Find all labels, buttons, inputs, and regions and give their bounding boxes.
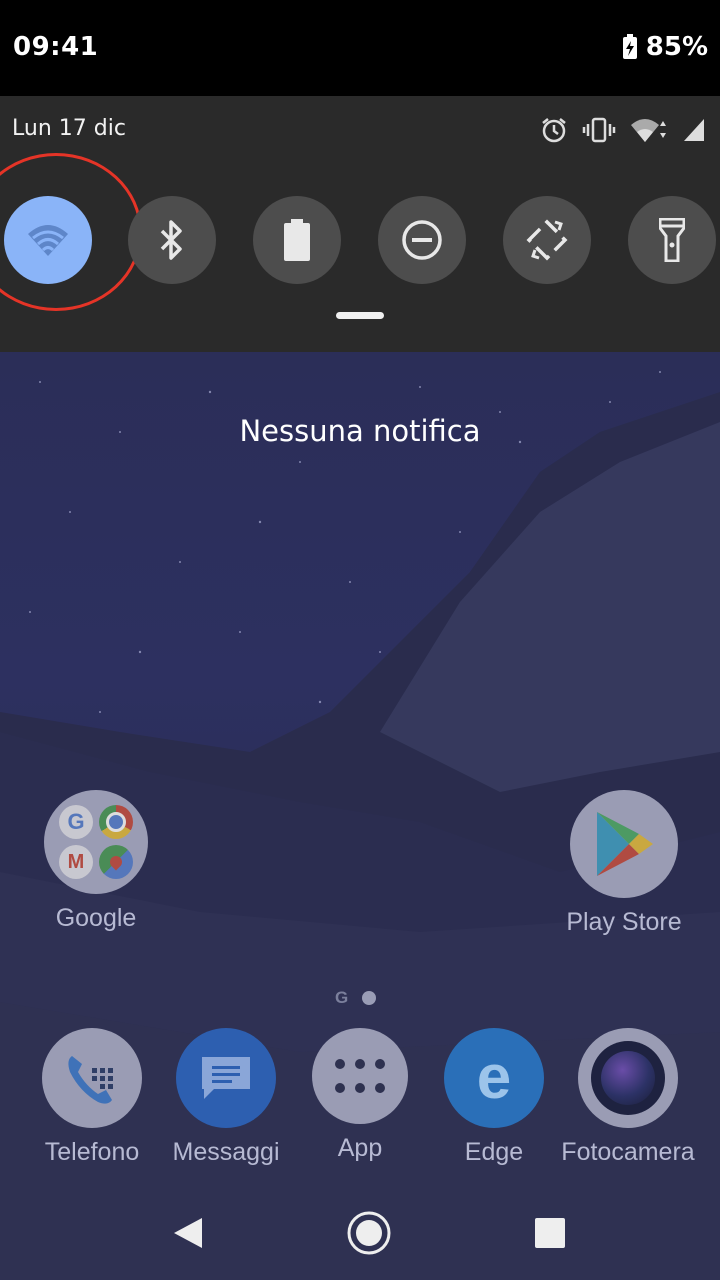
play-store-icon bbox=[570, 790, 678, 898]
chrome-icon bbox=[99, 805, 133, 839]
tile-do-not-disturb[interactable] bbox=[378, 196, 466, 284]
battery-charging-icon bbox=[622, 34, 637, 59]
app-drawer-icon bbox=[312, 1028, 408, 1124]
no-notifications-text: Nessuna notifica bbox=[239, 414, 481, 448]
bluetooth-icon bbox=[160, 220, 182, 260]
qs-date: Lun 17 dic bbox=[12, 116, 126, 141]
folder-icon: G M bbox=[44, 790, 148, 894]
google-page-indicator: G bbox=[335, 988, 349, 1007]
back-icon[interactable] bbox=[172, 1216, 204, 1250]
dock-app-messaggi[interactable]: Messaggi bbox=[156, 1028, 296, 1167]
dnd-icon bbox=[402, 220, 442, 260]
flashlight-icon bbox=[659, 218, 685, 262]
battery-percent: 85% bbox=[645, 32, 708, 62]
edge-icon: e bbox=[444, 1028, 544, 1128]
tile-bluetooth[interactable] bbox=[128, 196, 216, 284]
recents-icon[interactable] bbox=[534, 1217, 566, 1249]
tile-battery-saver[interactable] bbox=[253, 196, 341, 284]
status-bar: 09:41 85% bbox=[0, 0, 720, 96]
wifi-icon bbox=[28, 225, 68, 256]
tile-auto-rotate[interactable] bbox=[503, 196, 591, 284]
navigation-bar bbox=[0, 1180, 720, 1280]
dock-app-fotocamera[interactable]: Fotocamera bbox=[558, 1028, 698, 1167]
alarm-icon bbox=[542, 118, 566, 143]
messages-icon bbox=[176, 1028, 276, 1128]
google-folder[interactable]: G M Google bbox=[26, 790, 166, 933]
home-screen: Nessuna notifica G M Google Play Store G bbox=[0, 352, 720, 1280]
quick-settings-panel: Lun 17 dic bbox=[0, 96, 720, 352]
dock-app-telefono[interactable]: Telefono bbox=[22, 1028, 162, 1167]
wifi-icon bbox=[631, 119, 666, 142]
vibrate-icon bbox=[582, 117, 616, 143]
app-label: Fotocamera bbox=[561, 1138, 695, 1166]
dock-app-edge[interactable]: e Edge bbox=[424, 1028, 564, 1167]
gmail-icon: M bbox=[59, 845, 93, 879]
status-time: 09:41 bbox=[13, 32, 99, 62]
maps-icon bbox=[99, 845, 133, 879]
tile-flashlight[interactable] bbox=[628, 196, 716, 284]
home-icon[interactable] bbox=[346, 1210, 392, 1256]
cell-signal-icon bbox=[684, 119, 704, 141]
tile-wifi[interactable] bbox=[4, 196, 92, 284]
status-right: 85% bbox=[622, 32, 708, 62]
drag-handle[interactable] bbox=[336, 312, 384, 319]
camera-icon bbox=[578, 1028, 678, 1128]
page-indicator: G bbox=[335, 988, 377, 1008]
play-store-app[interactable]: Play Store bbox=[554, 790, 694, 937]
google-icon: G bbox=[59, 805, 93, 839]
page-dot bbox=[362, 991, 377, 1005]
app-label: Google bbox=[55, 904, 137, 932]
app-label: Play Store bbox=[566, 908, 682, 936]
app-label: App bbox=[337, 1134, 383, 1162]
app-label: Telefono bbox=[44, 1138, 140, 1166]
phone-icon bbox=[42, 1028, 142, 1128]
rotate-icon bbox=[526, 219, 568, 261]
app-label: Edge bbox=[464, 1138, 524, 1166]
app-label: Messaggi bbox=[172, 1138, 280, 1166]
qs-status-icons bbox=[540, 116, 706, 144]
battery-icon bbox=[284, 219, 310, 261]
dock-app-drawer[interactable]: App bbox=[290, 1028, 430, 1163]
